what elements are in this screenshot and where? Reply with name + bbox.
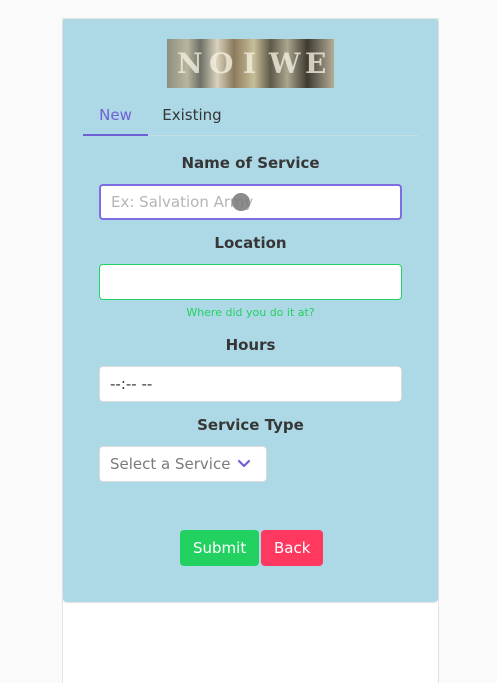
name-of-service-label: Name of Service — [181, 154, 320, 172]
logo-letter: N — [177, 47, 203, 80]
logo-letter: W — [269, 47, 301, 80]
logo-letter: I — [243, 47, 257, 80]
service-type-select[interactable]: Select a Service — [99, 446, 267, 482]
hours-label: Hours — [225, 336, 276, 354]
chevron-down-icon — [237, 459, 251, 468]
back-button[interactable]: Back — [261, 530, 324, 566]
logo-letter: O — [209, 47, 234, 80]
logo-image: N O I W E — [167, 39, 334, 88]
service-type-selected-value: Select a Service — [110, 455, 231, 473]
mouse-cursor — [232, 193, 250, 211]
location-help-text: Where did you do it at? — [186, 306, 315, 319]
location-input[interactable] — [99, 264, 402, 300]
tab-existing[interactable]: Existing — [158, 98, 226, 136]
tab-new[interactable]: New — [83, 98, 148, 136]
logo-letter: E — [305, 47, 327, 80]
service-type-label: Service Type — [197, 416, 304, 434]
location-label: Location — [214, 234, 287, 252]
submit-button[interactable]: Submit — [180, 530, 260, 566]
service-form-card: N O I W E New Existing Name of Service L… — [63, 19, 438, 602]
hours-time-input[interactable]: --:-- -- — [99, 366, 402, 402]
tab-bar: New Existing — [83, 98, 418, 136]
name-of-service-input[interactable] — [99, 184, 402, 220]
